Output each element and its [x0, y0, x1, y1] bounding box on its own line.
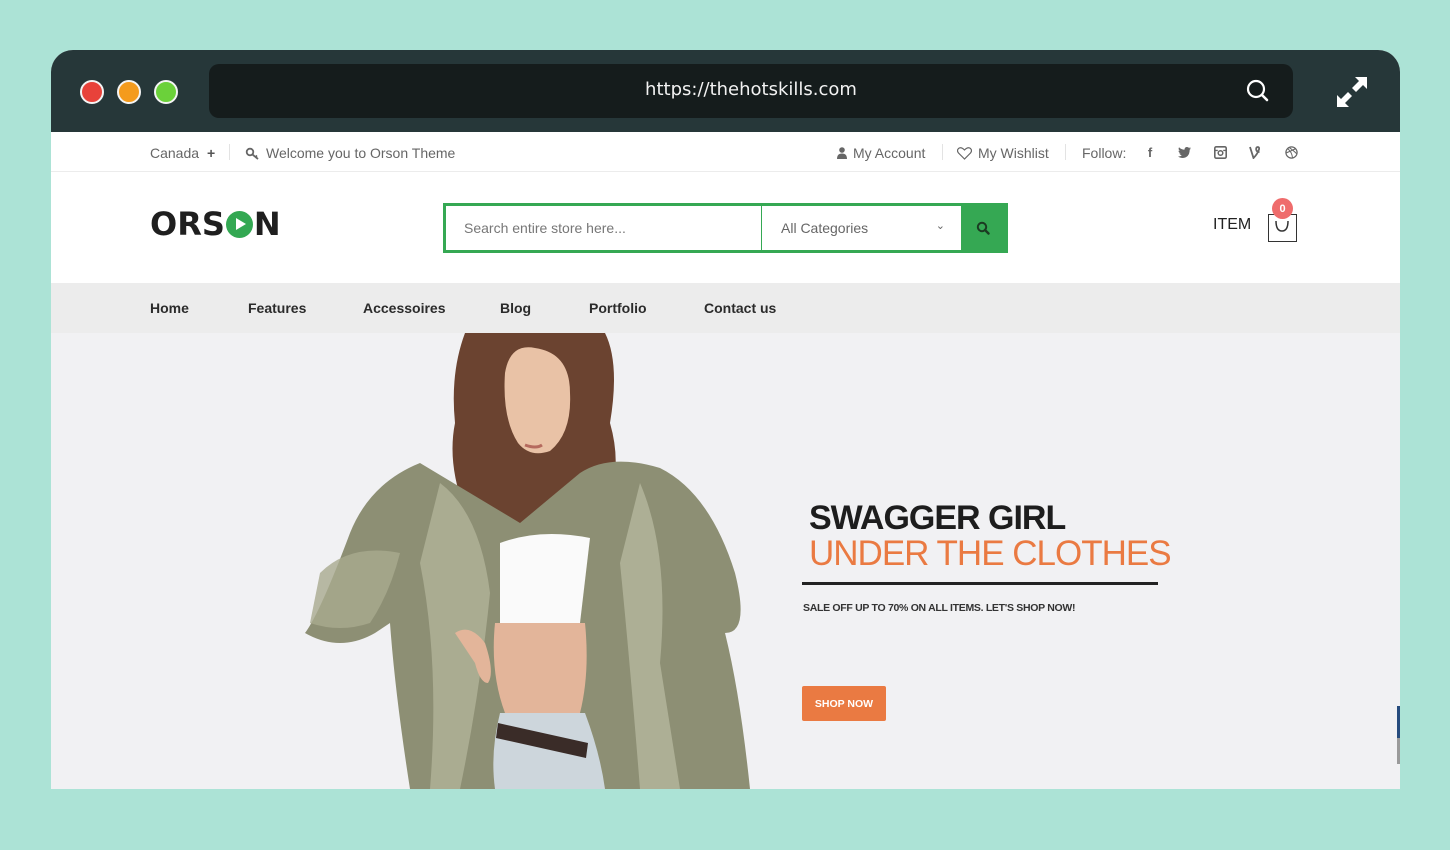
model-photo: [305, 333, 750, 789]
search-input[interactable]: [446, 206, 762, 250]
url-text[interactable]: https://thehotskills.com: [209, 79, 1293, 100]
nav-accessoires[interactable]: Accessoires: [363, 300, 446, 316]
divider: [1065, 144, 1066, 160]
cart-label[interactable]: ITEM: [1213, 216, 1251, 234]
plus-icon: +: [207, 145, 216, 161]
nav-contact-us[interactable]: Contact us: [704, 300, 776, 316]
orson-logo[interactable]: ORS N: [150, 205, 281, 243]
search-icon: [976, 221, 990, 235]
logo-text-left: ORS: [150, 205, 225, 243]
logo-text-right: N: [253, 205, 281, 243]
nav-blog[interactable]: Blog: [500, 300, 531, 316]
hero-banner: SWAGGER GIRL UNDER THE CLOTHES SALE OFF …: [51, 333, 1400, 789]
hero-sale-text: SALE OFF UP TO 70% ON ALL ITEMS. LET'S S…: [803, 602, 1076, 614]
expand-icon[interactable]: [1335, 75, 1369, 109]
category-select[interactable]: All Categories ⌄: [762, 206, 961, 250]
nav-home[interactable]: Home: [150, 300, 189, 316]
store-search: All Categories ⌄: [443, 203, 1008, 253]
maximize-window-button[interactable]: [154, 80, 178, 104]
country-label: Canada: [150, 145, 200, 161]
close-window-button[interactable]: [80, 80, 104, 104]
side-widget-tab[interactable]: [1397, 706, 1400, 764]
site-header: ORS N All Categories ⌄ ITEM 0: [51, 172, 1400, 283]
my-account-label: My Account: [853, 145, 926, 161]
address-bar[interactable]: https://thehotskills.com: [209, 64, 1293, 118]
follow-label: Follow:: [1082, 145, 1127, 161]
category-selected: All Categories: [781, 220, 869, 236]
divider: [229, 144, 230, 160]
my-wishlist-link[interactable]: My Wishlist: [957, 145, 1049, 161]
welcome-message: Welcome you to Orson Theme: [245, 145, 455, 161]
my-wishlist-label: My Wishlist: [978, 145, 1049, 161]
heart-icon: [957, 146, 972, 160]
nav-features[interactable]: Features: [248, 300, 306, 316]
hero-title: SWAGGER GIRL: [809, 499, 1066, 537]
vine-icon[interactable]: [1247, 144, 1263, 160]
search-icon[interactable]: [1245, 78, 1271, 104]
browser-window: https://thehotskills.com Canada + Welcom…: [51, 50, 1400, 789]
key-icon: [245, 147, 259, 160]
hero-subtitle-highlight: UNDER THE CLOTHES: [809, 534, 1172, 573]
instagram-icon[interactable]: [1212, 144, 1228, 160]
country-selector[interactable]: Canada +: [150, 145, 215, 161]
main-nav: Home Features Accessoires Blog Portfolio…: [51, 283, 1400, 333]
twitter-icon[interactable]: [1176, 144, 1192, 160]
search-button[interactable]: [961, 206, 1005, 250]
cart-count-badge: 0: [1272, 198, 1293, 219]
user-icon: [837, 147, 847, 159]
hero-divider: [802, 582, 1158, 585]
minimize-window-button[interactable]: [117, 80, 141, 104]
nav-portfolio[interactable]: Portfolio: [589, 300, 647, 316]
welcome-text: Welcome you to Orson Theme: [266, 145, 456, 161]
divider: [942, 144, 943, 160]
chevron-down-icon: ⌄: [935, 220, 945, 232]
browser-chrome: https://thehotskills.com: [51, 50, 1400, 132]
shop-now-button[interactable]: SHOP NOW: [802, 686, 886, 721]
play-icon: [225, 210, 253, 238]
my-account-link[interactable]: My Account: [837, 145, 925, 161]
top-bar: Canada + Welcome you to Orson Theme My A…: [51, 132, 1400, 172]
dribbble-icon[interactable]: [1283, 144, 1299, 160]
facebook-icon[interactable]: f: [1142, 144, 1158, 160]
